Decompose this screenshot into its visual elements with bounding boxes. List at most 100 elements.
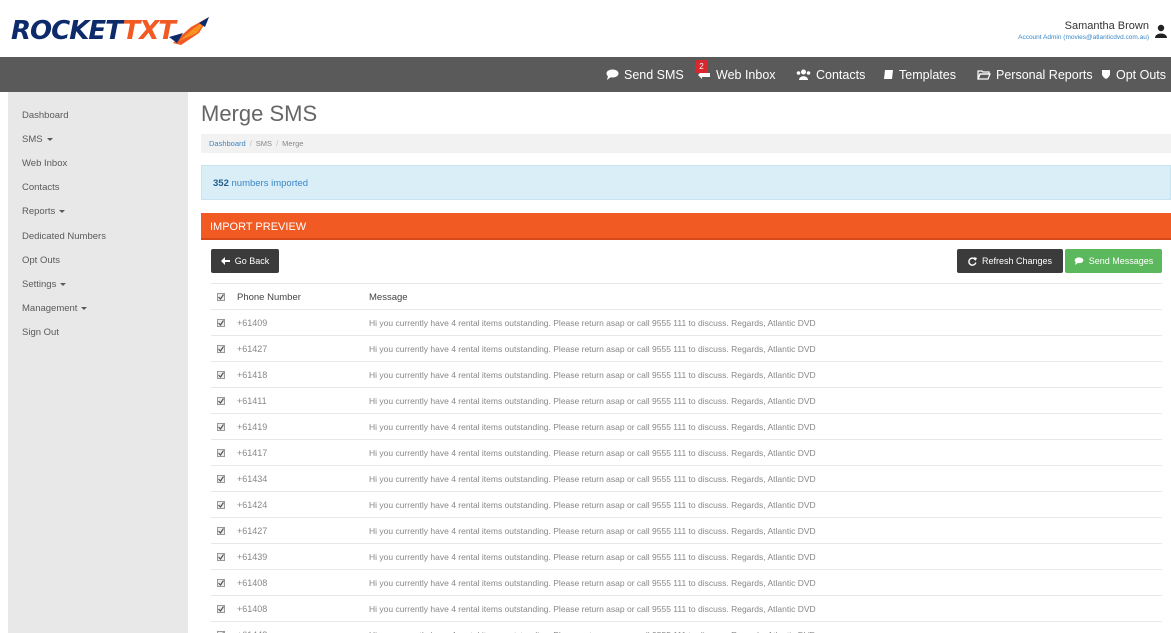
phone-number-cell: +61419 — [237, 422, 268, 432]
row-checkbox[interactable] — [217, 319, 225, 327]
row-checkbox[interactable] — [217, 605, 225, 613]
refresh-icon — [968, 256, 977, 266]
sidebar-item-opt-outs[interactable]: Opt Outs — [22, 255, 60, 266]
message-cell: Hi you currently have 4 rental items out… — [369, 344, 816, 354]
sidebar-item-dashboard[interactable]: Dashboard — [22, 110, 68, 121]
check-icon — [218, 554, 224, 560]
check-icon — [218, 580, 224, 586]
table-row[interactable]: +61439 Hi you currently have 4 rental ite… — [211, 543, 1162, 569]
logo[interactable]: ROCKETTXT — [11, 15, 217, 47]
nav-send-sms[interactable]: Send SMS — [606, 57, 684, 92]
row-checkbox[interactable] — [217, 449, 225, 457]
sidebar: Dashboard SMS Web Inbox Contacts Reports… — [8, 92, 188, 633]
nav-contacts[interactable]: Contacts — [796, 57, 865, 92]
check-icon — [218, 398, 224, 404]
message-cell: Hi you currently have 4 rental items out… — [369, 448, 816, 458]
user-icon[interactable] — [1155, 24, 1167, 38]
check-icon — [218, 320, 224, 326]
check-icon — [218, 606, 224, 612]
breadcrumb-dashboard[interactable]: Dashboard — [209, 139, 246, 148]
caret-down-icon — [60, 282, 67, 286]
sidebar-item-management[interactable]: Management — [22, 303, 88, 314]
table-row[interactable]: +61408 Hi you currently have 4 rental ite… — [211, 569, 1162, 595]
breadcrumb-sms[interactable]: SMS — [256, 139, 272, 148]
user-role: Account Admin (movies@atlanticdvd.com.au… — [1018, 34, 1149, 41]
check-icon — [218, 372, 224, 378]
phone-number-cell: +61408 — [237, 604, 268, 614]
message-cell: Hi you currently have 4 rental items out… — [369, 578, 816, 588]
table-body: +61409 Hi you currently have 4 rental ite… — [211, 309, 1162, 633]
table-row[interactable]: +61427 Hi you currently have 4 rental ite… — [211, 335, 1162, 361]
nav-personal-reports[interactable]: Personal Reports — [977, 57, 1093, 92]
row-checkbox[interactable] — [217, 553, 225, 561]
column-header-phone[interactable]: Phone Number — [237, 292, 301, 303]
chat-icon — [606, 69, 619, 80]
phone-number-cell: +61427 — [237, 526, 268, 536]
phone-number-cell: +61417 — [237, 448, 268, 458]
rocket-icon — [168, 17, 209, 45]
table-row[interactable]: +61417 Hi you currently have 4 rental ite… — [211, 439, 1162, 465]
check-icon — [218, 476, 224, 482]
user-menu[interactable]: Samantha Brown Account Admin (movies@atl… — [1018, 20, 1149, 41]
table-row[interactable]: +61409 Hi you currently have 4 rental ite… — [211, 309, 1162, 335]
check-icon — [218, 424, 224, 430]
row-checkbox[interactable] — [217, 397, 225, 405]
row-checkbox[interactable] — [217, 371, 225, 379]
import-count: 352 — [213, 178, 229, 189]
breadcrumb-separator: / — [276, 139, 279, 148]
table-row[interactable]: +61448Hi you currently have 4 rental ite… — [211, 621, 1162, 633]
import-alert: 352 numbers imported — [201, 165, 1171, 200]
row-checkbox[interactable] — [217, 527, 225, 535]
message-cell: Hi you currently have 4 rental items out… — [369, 604, 816, 614]
sidebar-item-sign-out[interactable]: Sign Out — [22, 327, 59, 338]
sidebar-item-reports[interactable]: Reports — [22, 206, 66, 217]
row-checkbox[interactable] — [217, 423, 225, 431]
nav-opt-outs[interactable]: Opt Outs — [1101, 57, 1166, 92]
row-checkbox[interactable] — [217, 345, 225, 353]
shield-icon — [1102, 70, 1110, 79]
row-checkbox[interactable] — [217, 501, 225, 509]
column-header-message[interactable]: Message — [369, 292, 408, 303]
check-icon — [218, 528, 224, 534]
inbox-badge: 2 — [695, 60, 708, 73]
phone-number-cell: +61418 — [237, 370, 268, 380]
check-icon — [218, 450, 224, 456]
sidebar-item-sms[interactable]: SMS — [22, 134, 53, 145]
book-icon — [884, 70, 893, 79]
users-icon — [796, 69, 811, 80]
folder-icon — [977, 70, 991, 80]
table-row[interactable]: +61424 Hi you currently have 4 rental ite… — [211, 491, 1162, 517]
table-row[interactable]: +61411 Hi you currently have 4 rental ite… — [211, 387, 1162, 413]
check-icon — [218, 346, 224, 352]
top-navigation: Send SMS 2 Web Inbox Contacts Templates … — [0, 57, 1171, 92]
nav-web-inbox[interactable]: 2 Web Inbox — [695, 57, 776, 92]
sidebar-item-web-inbox[interactable]: Web Inbox — [22, 158, 67, 169]
phone-number-cell: +61439 — [237, 552, 268, 562]
caret-down-icon — [81, 306, 88, 310]
table-row[interactable]: +61408 Hi you currently have 4 rental ite… — [211, 595, 1162, 621]
arrow-left-icon — [220, 257, 230, 265]
send-messages-button[interactable]: Send Messages — [1065, 249, 1162, 273]
select-all-checkbox[interactable] — [217, 293, 225, 301]
row-checkbox[interactable] — [217, 475, 225, 483]
go-back-button[interactable]: Go Back — [211, 249, 279, 273]
sidebar-item-contacts[interactable]: Contacts — [22, 182, 60, 193]
table-row[interactable]: +61418 Hi you currently have 4 rental ite… — [211, 361, 1162, 387]
refresh-changes-button[interactable]: Refresh Changes — [957, 249, 1063, 273]
table-header-row: Phone Number Message — [211, 283, 1162, 309]
row-checkbox[interactable] — [217, 579, 225, 587]
sidebar-item-settings[interactable]: Settings — [22, 279, 67, 290]
table-row[interactable]: +61434 Hi you currently have 4 rental ite… — [211, 465, 1162, 491]
message-cell: Hi you currently have 4 rental items out… — [369, 396, 816, 406]
message-cell: Hi you currently have 4 rental items out… — [369, 474, 816, 484]
phone-number-cell: +61434 — [237, 474, 268, 484]
sidebar-item-dedicated-numbers[interactable]: Dedicated Numbers — [22, 231, 106, 242]
nav-templates[interactable]: Templates — [883, 57, 956, 92]
table-row[interactable]: +61419 Hi you currently have 4 rental ite… — [211, 413, 1162, 439]
user-name: Samantha Brown — [1064, 20, 1149, 32]
phone-number-cell: +61424 — [237, 500, 268, 510]
table-row[interactable]: +61427 Hi you currently have 4 rental ite… — [211, 517, 1162, 543]
check-icon — [218, 502, 224, 508]
import-preview-table: Phone Number Message +61409 Hi you curren… — [211, 283, 1162, 633]
check-icon — [218, 294, 224, 300]
